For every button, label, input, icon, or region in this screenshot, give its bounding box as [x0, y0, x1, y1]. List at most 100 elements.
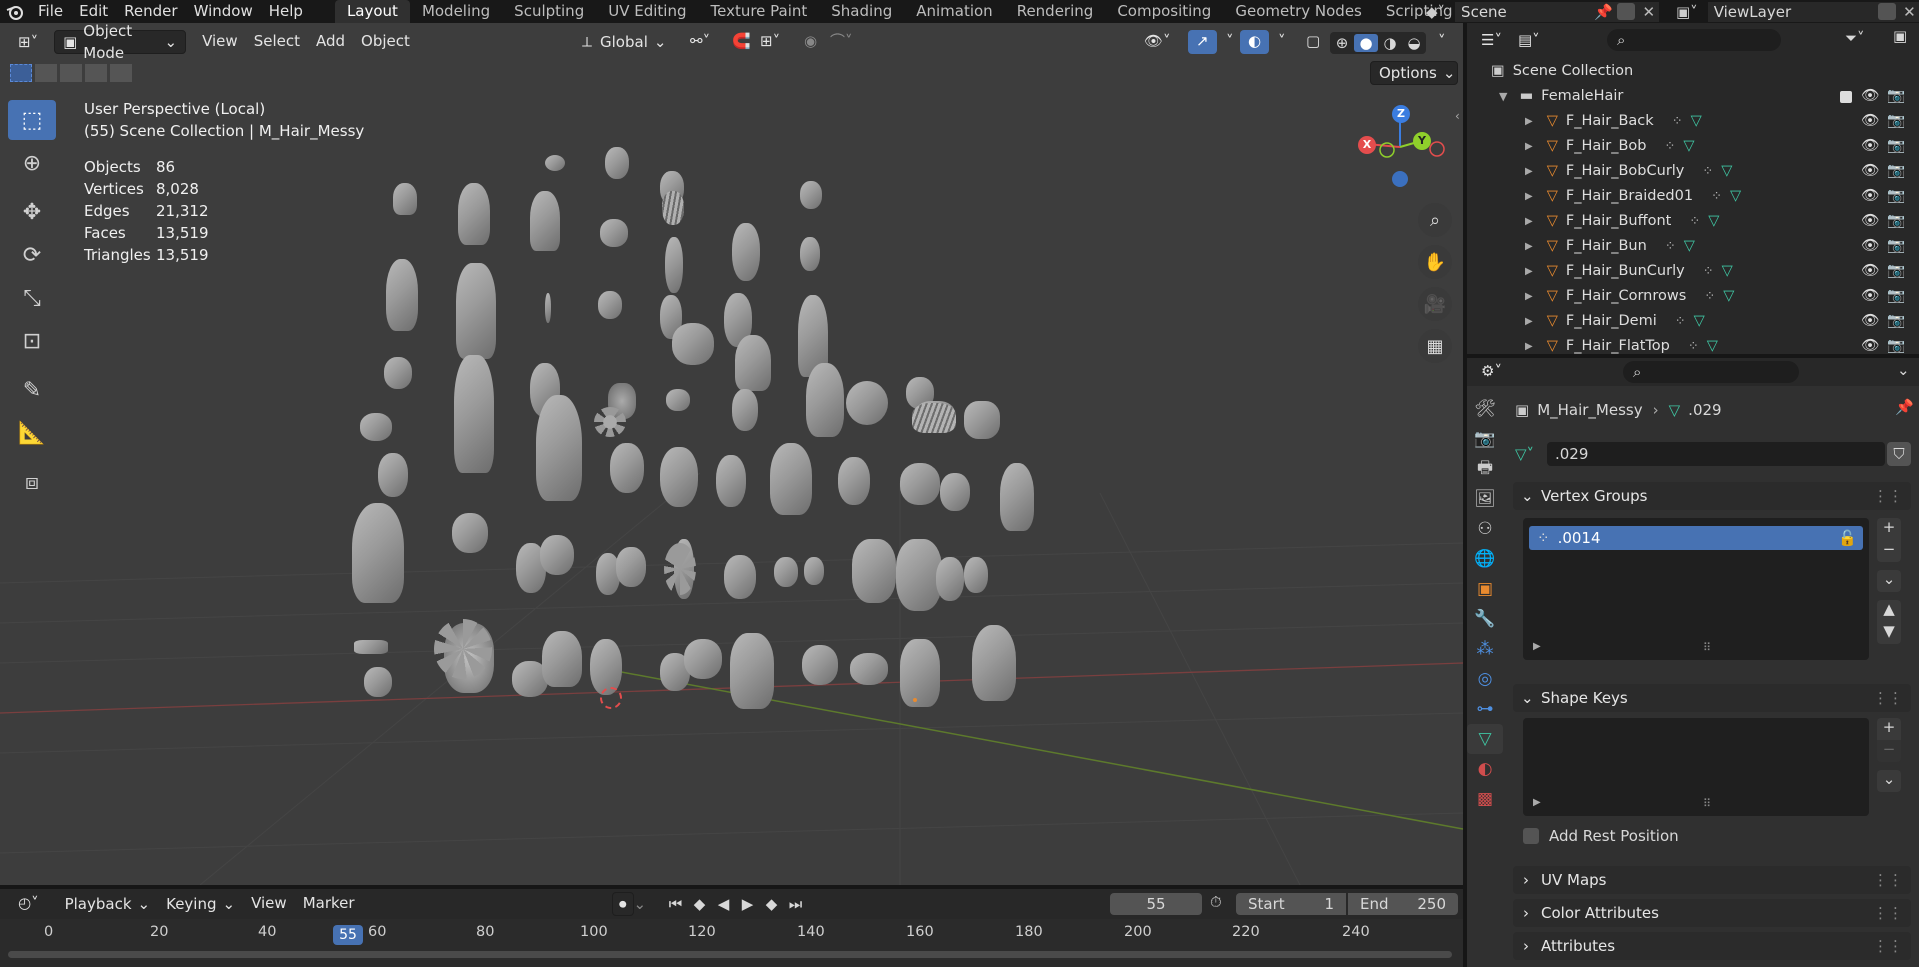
chevron-down-icon[interactable]: ⌄	[1897, 361, 1910, 379]
mesh-browse-icon[interactable]: ▽˅	[1515, 445, 1547, 463]
hair-object[interactable]	[458, 183, 490, 245]
camera-render-icon[interactable]: 📷	[1887, 234, 1905, 259]
drag-handle-icon[interactable]: ⋮⋮	[1873, 932, 1903, 960]
new-scene-icon[interactable]	[1617, 2, 1636, 20]
hair-object[interactable]	[800, 237, 820, 271]
area-divider-horizontal[interactable]	[0, 885, 1463, 889]
timeline-editor-icon[interactable]: ◴˅	[10, 892, 47, 916]
outliner-search-input[interactable]: ⌕	[1607, 29, 1781, 51]
eye-icon[interactable]: 👁	[1861, 284, 1879, 309]
tab-geometry-nodes[interactable]: Geometry Nodes	[1223, 0, 1374, 23]
expand-arrow-icon[interactable]: ▶	[1525, 134, 1533, 159]
move-down-button[interactable]: ▼	[1877, 622, 1901, 644]
start-frame-field[interactable]: Start 1	[1236, 893, 1346, 915]
expand-arrow-icon[interactable]: ▶	[1525, 259, 1533, 284]
close-icon[interactable]: ✕	[1642, 2, 1655, 22]
hair-object[interactable]	[732, 389, 758, 431]
hair-object[interactable]	[545, 293, 551, 323]
hair-object[interactable]	[972, 625, 1016, 701]
hair-object[interactable]	[806, 363, 844, 437]
properties-search-input[interactable]: ⌕	[1623, 361, 1799, 383]
output-tab-icon[interactable]: 🖶	[1467, 454, 1503, 484]
hair-object[interactable]	[964, 401, 1000, 439]
pin-icon[interactable]: 📌	[1594, 2, 1613, 22]
play-reverse-icon[interactable]: ◀	[712, 895, 736, 913]
eye-icon[interactable]: 👁	[1861, 159, 1879, 184]
hair-object[interactable]	[354, 640, 388, 654]
world-tab-icon[interactable]: 🌐	[1467, 544, 1503, 574]
area-divider-horizontal[interactable]	[1467, 354, 1919, 358]
remove-shape-key-button[interactable]: −	[1877, 740, 1901, 762]
hair-object[interactable]	[386, 259, 418, 331]
data-tab-icon[interactable]: ▽	[1467, 724, 1503, 754]
add-rest-position-checkbox[interactable]: Add Rest Position	[1523, 824, 1679, 848]
3d-viewport[interactable]: ⊞˅ ▣ Object Mode ⌄ View Select Add Objec…	[0, 23, 1463, 885]
menu-file[interactable]: File	[30, 0, 71, 23]
area-divider-vertical[interactable]	[1463, 23, 1467, 967]
hair-object[interactable]	[536, 395, 582, 501]
new-viewlayer-icon[interactable]	[1877, 2, 1896, 20]
hair-object[interactable]	[852, 539, 896, 603]
render-tab-icon[interactable]: 📷	[1467, 424, 1503, 454]
viewlayer-selector[interactable]: ▣˅ ViewLayer ✕	[1676, 0, 1919, 23]
eye-icon[interactable]: 👁	[1861, 184, 1879, 209]
drag-handle-icon[interactable]: ⋮⋮	[1873, 684, 1903, 712]
camera-render-icon[interactable]: 📷	[1887, 159, 1905, 184]
hair-object[interactable]	[665, 237, 683, 293]
tree-row-object[interactable]: ▶ ▽ F_Hair_Braided01 ⁘ ▽ 👁 📷	[1467, 184, 1919, 209]
tree-row-object[interactable]: ▶ ▽ F_Hair_Demi ⁘ ▽ 👁 📷	[1467, 309, 1919, 334]
tree-row-object[interactable]: ▶ ▽ F_Hair_Bob ⁘ ▽ 👁 📷	[1467, 134, 1919, 159]
material-tab-icon[interactable]: ◐	[1467, 754, 1503, 784]
tab-animation[interactable]: Animation	[904, 0, 1004, 23]
hair-object[interactable]	[716, 455, 746, 507]
jump-start-icon[interactable]: ⏮	[664, 895, 688, 913]
camera-render-icon[interactable]: 📷	[1887, 259, 1905, 284]
menu-view[interactable]: View	[243, 892, 295, 916]
list-resize-handle[interactable]: ⠿	[1703, 641, 1711, 654]
hair-object[interactable]	[838, 457, 870, 505]
hair-object[interactable]	[600, 219, 628, 247]
navigation-gizmo[interactable]: Z Y X	[1350, 99, 1450, 199]
y-axis-icon[interactable]: Y	[1413, 132, 1431, 150]
hair-object[interactable]	[352, 503, 404, 603]
remove-vertex-group-button[interactable]: −	[1877, 540, 1901, 562]
pan-hand-icon[interactable]: ✋	[1418, 245, 1452, 279]
display-mode-icon[interactable]: ▤˅	[1510, 29, 1548, 53]
hair-object[interactable]	[664, 543, 696, 595]
hair-object[interactable]	[540, 535, 574, 575]
hair-object[interactable]	[598, 291, 622, 319]
hair-object[interactable]	[940, 473, 970, 511]
viewlayer-field[interactable]: ViewLayer ✕	[1707, 1, 1919, 22]
filter-options-icon[interactable]: ▶	[1533, 797, 1541, 808]
prev-keyframe-icon[interactable]: ◆	[688, 895, 712, 913]
next-keyframe-icon[interactable]: ◆	[760, 895, 784, 913]
pin-icon[interactable]: 📌	[1895, 398, 1914, 416]
hair-object[interactable]	[434, 619, 492, 679]
hair-object[interactable]	[770, 443, 812, 515]
eye-icon[interactable]: 👁	[1861, 209, 1879, 234]
hair-object[interactable]	[610, 443, 644, 493]
hair-object[interactable]	[724, 555, 756, 599]
modifiers-tab-icon[interactable]: 🔧	[1467, 604, 1503, 634]
hair-object[interactable]	[800, 181, 822, 209]
playhead-frame-indicator[interactable]: 55	[333, 925, 363, 945]
tree-row-femalehair[interactable]: ▼ ▬ FemaleHair 👁 📷	[1467, 84, 1919, 109]
expand-arrow-icon[interactable]: ▶	[1525, 184, 1533, 209]
tree-row-object[interactable]: ▶ ▽ F_Hair_Buffont ⁘ ▽ 👁 📷	[1467, 209, 1919, 234]
fake-user-shield-icon[interactable]: ⛉	[1887, 442, 1911, 466]
menu-render[interactable]: Render	[116, 0, 185, 23]
zoom-icon[interactable]: ⌕	[1418, 203, 1452, 237]
vertex-groups-header[interactable]: ⌄ Vertex Groups ⋮⋮	[1513, 482, 1911, 510]
end-frame-field[interactable]: End 250	[1348, 893, 1458, 915]
expand-arrow-icon[interactable]: ▼	[1499, 84, 1507, 109]
camera-render-icon[interactable]: 📷	[1887, 109, 1905, 134]
new-collection-icon[interactable]: ▣	[1893, 27, 1913, 51]
mesh-name-field[interactable]: .029	[1547, 442, 1885, 466]
add-vertex-group-button[interactable]: +	[1877, 518, 1901, 540]
add-shape-key-button[interactable]: +	[1877, 718, 1901, 740]
tab-modeling[interactable]: Modeling	[410, 0, 502, 23]
expand-arrow-icon[interactable]: ▶	[1525, 109, 1533, 134]
camera-render-icon[interactable]: 📷	[1887, 209, 1905, 234]
hair-object[interactable]	[846, 381, 888, 425]
shape-key-specials-button[interactable]: ⌄	[1877, 770, 1901, 792]
